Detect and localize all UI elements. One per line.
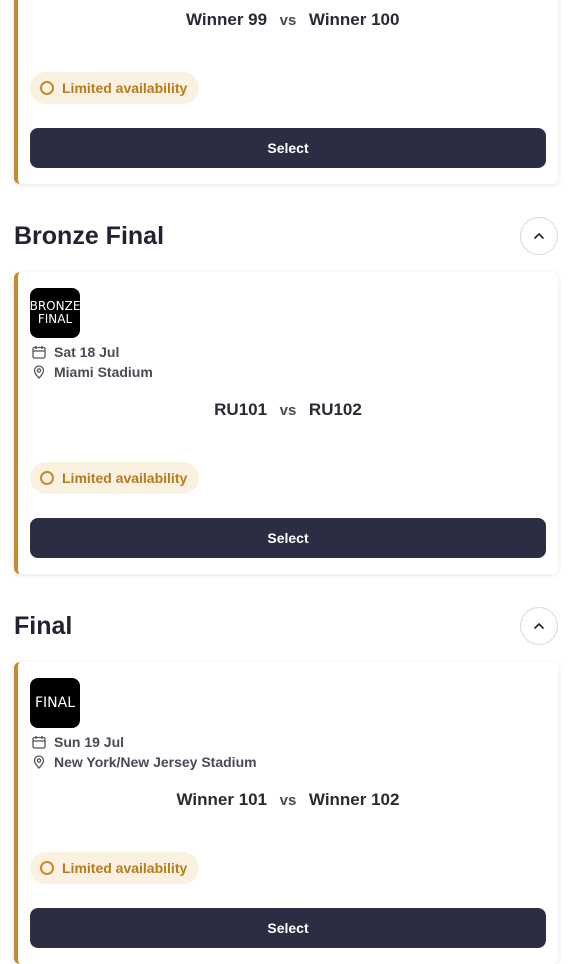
calendar-icon [32, 346, 46, 359]
collapse-button[interactable] [520, 607, 558, 645]
match-teams: RU101 vs RU102 [18, 400, 558, 420]
match-date: Sat 18 Jul [32, 344, 119, 360]
away-team: Winner 100 [308, 10, 400, 29]
match-card: FINAL Sun 19 Jul New York/New Jersey Sta… [14, 662, 558, 964]
venue-label: Miami Stadium [54, 364, 153, 380]
availability-badge: Limited availability [30, 852, 199, 884]
match-badge: BRONZE FINAL [30, 288, 80, 338]
circle-icon [40, 861, 54, 875]
vs-label: vs [279, 11, 297, 29]
home-team: RU101 [214, 400, 268, 419]
availability-label: Limited availability [62, 470, 188, 486]
availability-label: Limited availability [62, 80, 188, 96]
select-button[interactable]: Select [30, 908, 546, 948]
match-teams: Winner 101 vs Winner 102 [18, 790, 558, 810]
collapse-button[interactable] [520, 217, 558, 255]
chevron-up-icon [534, 623, 544, 629]
match-card: Winner 99 vs Winner 100 Limited availabi… [14, 0, 558, 184]
match-teams: Winner 99 vs Winner 100 [18, 10, 558, 30]
match-date: Sun 19 Jul [32, 734, 124, 750]
calendar-icon [32, 736, 46, 749]
away-team: RU102 [308, 400, 362, 419]
match-venue: New York/New Jersey Stadium [32, 754, 257, 770]
vs-label: vs [279, 401, 297, 419]
availability-label: Limited availability [62, 860, 188, 876]
home-team: Winner 99 [185, 10, 268, 29]
location-pin-icon [33, 365, 45, 379]
section-title: Final [14, 612, 73, 640]
availability-badge: Limited availability [30, 72, 199, 104]
away-team: Winner 102 [308, 790, 400, 809]
match-card: BRONZE FINAL Sat 18 Jul Miami Stadium RU… [14, 272, 558, 574]
select-button[interactable]: Select [30, 128, 546, 168]
chevron-up-icon [534, 233, 544, 239]
availability-badge: Limited availability [30, 462, 199, 494]
date-label: Sun 19 Jul [54, 734, 125, 750]
section-title: Bronze Final [14, 222, 165, 250]
select-button[interactable]: Select [30, 518, 546, 558]
home-team: Winner 101 [176, 790, 268, 809]
venue-label: New York/New Jersey Stadium [54, 754, 257, 770]
circle-icon [40, 471, 54, 485]
circle-icon [40, 81, 54, 95]
vs-label: vs [279, 791, 297, 809]
date-label: Sat 18 Jul [54, 344, 120, 360]
location-pin-icon [33, 755, 45, 769]
match-venue: Miami Stadium [32, 364, 153, 380]
match-badge: FINAL [30, 678, 80, 728]
